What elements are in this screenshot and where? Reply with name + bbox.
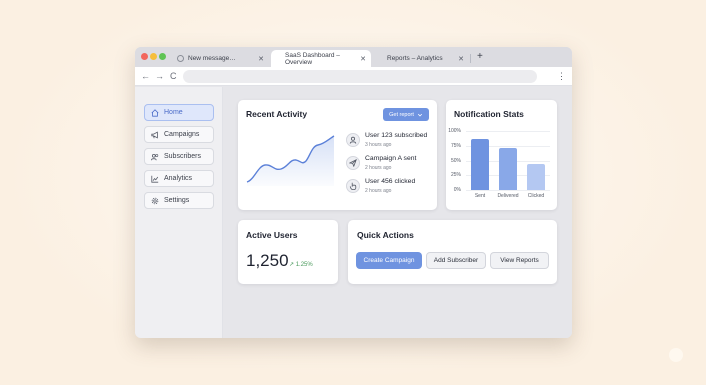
y-tick-label: 25%	[450, 172, 461, 179]
gear-icon	[151, 197, 159, 204]
view-reports-button[interactable]: View Reports	[490, 252, 549, 269]
notification-stats-card: Notification Stats 100% 75% 50% 25% 0% Sent De…	[446, 100, 557, 210]
maximize-window-button[interactable]	[159, 53, 166, 60]
browser-menu-button[interactable]: ⋮	[557, 70, 566, 82]
user-icon-wrap	[346, 133, 360, 147]
sidebar: Home Campaigns Subscribers Analytics Set…	[135, 87, 223, 338]
chevron-down-icon	[417, 113, 422, 116]
bar-delivered[interactable]	[499, 148, 517, 190]
browser-toolbar: ← → C ⋮	[135, 67, 572, 86]
bar-clicked[interactable]	[527, 164, 545, 190]
activity-time: 3 hours ago	[365, 142, 392, 148]
back-button[interactable]: ←	[141, 70, 150, 82]
pointer-icon	[349, 182, 357, 190]
card-title: Active Users	[246, 230, 298, 240]
sidebar-item-label: Home	[164, 109, 183, 116]
y-tick-label: 100%	[448, 128, 461, 134]
card-title: Notification Stats	[454, 109, 524, 119]
sidebar-item-label: Subscribers	[164, 153, 201, 160]
user-icon	[349, 136, 357, 144]
sidebar-item-analytics[interactable]: Analytics	[144, 170, 214, 187]
corner-mark	[669, 348, 683, 362]
activity-title: User 456 clicked	[365, 178, 416, 185]
reload-button[interactable]: C	[170, 70, 177, 82]
active-users-value: 1,250	[246, 251, 289, 270]
button-label: Get report	[389, 111, 414, 118]
sidebar-item-label: Analytics	[164, 175, 193, 182]
y-tick-label: 75%	[450, 142, 461, 149]
y-tick-label: 0%	[453, 187, 461, 193]
active-users-change: ↗ 1.25%	[289, 262, 313, 268]
x-tick-label: Sent	[474, 193, 486, 199]
forward-button[interactable]: →	[155, 70, 164, 82]
chart-line-icon	[151, 175, 159, 183]
recent-activity-card: Recent Activity Get report User 123 subs…	[238, 100, 437, 210]
create-campaign-button[interactable]: Create Campaign	[356, 252, 422, 269]
activity-item[interactable]: User 456 clicked 2 hours ago	[346, 177, 436, 197]
main-content: Recent Activity Get report User 123 subs…	[224, 87, 572, 338]
tab-saas-dashboard[interactable]: SaaS Dashboard – Overview ✕	[271, 50, 371, 67]
get-report-button[interactable]: Get report	[383, 108, 429, 121]
tab-label: Reports – Analytics	[387, 55, 443, 62]
send-icon-wrap	[346, 156, 360, 170]
tab-close-icon[interactable]: ✕	[360, 55, 366, 63]
activity-sparkline	[246, 135, 335, 186]
tab-favicon-icon	[177, 55, 184, 62]
sidebar-item-campaigns[interactable]: Campaigns	[144, 126, 214, 143]
active-users-card: Active Users 1,250 ↗ 1.25%	[238, 220, 338, 284]
home-icon	[151, 108, 159, 117]
x-tick-label: Delivered	[497, 193, 519, 199]
address-bar[interactable]	[183, 70, 537, 83]
card-title: Recent Activity	[246, 109, 308, 119]
quick-actions-card: Quick Actions Create Campaign Add Subscr…	[348, 220, 557, 284]
users-icon	[151, 153, 159, 160]
tab-close-icon[interactable]: ✕	[258, 55, 264, 63]
tab-bar: New message… ✕ SaaS Dashboard – Overview…	[135, 47, 572, 67]
activity-item[interactable]: Campaign A sent 2 hours ago	[346, 154, 436, 174]
card-title: Quick Actions	[357, 230, 414, 240]
sidebar-item-settings[interactable]: Settings	[144, 192, 214, 209]
bar-sent[interactable]	[471, 138, 489, 190]
tab-label: SaaS Dashboard – Overview	[285, 51, 340, 66]
pointer-icon-wrap	[346, 179, 360, 193]
gridline	[466, 190, 550, 191]
activity-item[interactable]: User 123 subscribed 3 hours ago	[346, 131, 436, 151]
megaphone-icon	[151, 131, 158, 138]
tab-label: New message…	[188, 55, 236, 62]
add-subscriber-button[interactable]: Add Subscriber	[426, 252, 486, 269]
gridline	[466, 131, 550, 132]
sidebar-item-label: Campaigns	[164, 131, 200, 138]
send-icon	[349, 159, 357, 167]
tab-reports-analytics[interactable]: Reports – Analytics ✕	[373, 50, 469, 67]
tab-close-icon[interactable]: ✕	[458, 55, 464, 63]
activity-title: User 123 subscribed	[365, 132, 428, 139]
sidebar-item-subscribers[interactable]: Subscribers	[144, 148, 214, 165]
tab-separator	[470, 54, 471, 63]
x-tick-label: Clicked	[527, 193, 545, 199]
activity-title: Campaign A sent	[365, 155, 417, 162]
close-window-button[interactable]	[141, 53, 148, 60]
activity-time: 2 hours ago	[365, 165, 392, 171]
new-tab-button[interactable]: +	[477, 52, 483, 62]
browser-window: New message… ✕ SaaS Dashboard – Overview…	[135, 47, 572, 338]
y-tick-label: 50%	[450, 157, 461, 164]
sidebar-item-label: Settings	[164, 197, 190, 204]
activity-time: 2 hours ago	[365, 188, 392, 194]
minimize-window-button[interactable]	[150, 53, 157, 60]
sidebar-item-home[interactable]: Home	[144, 104, 214, 121]
tab-new-message[interactable]: New message… ✕	[171, 50, 269, 67]
